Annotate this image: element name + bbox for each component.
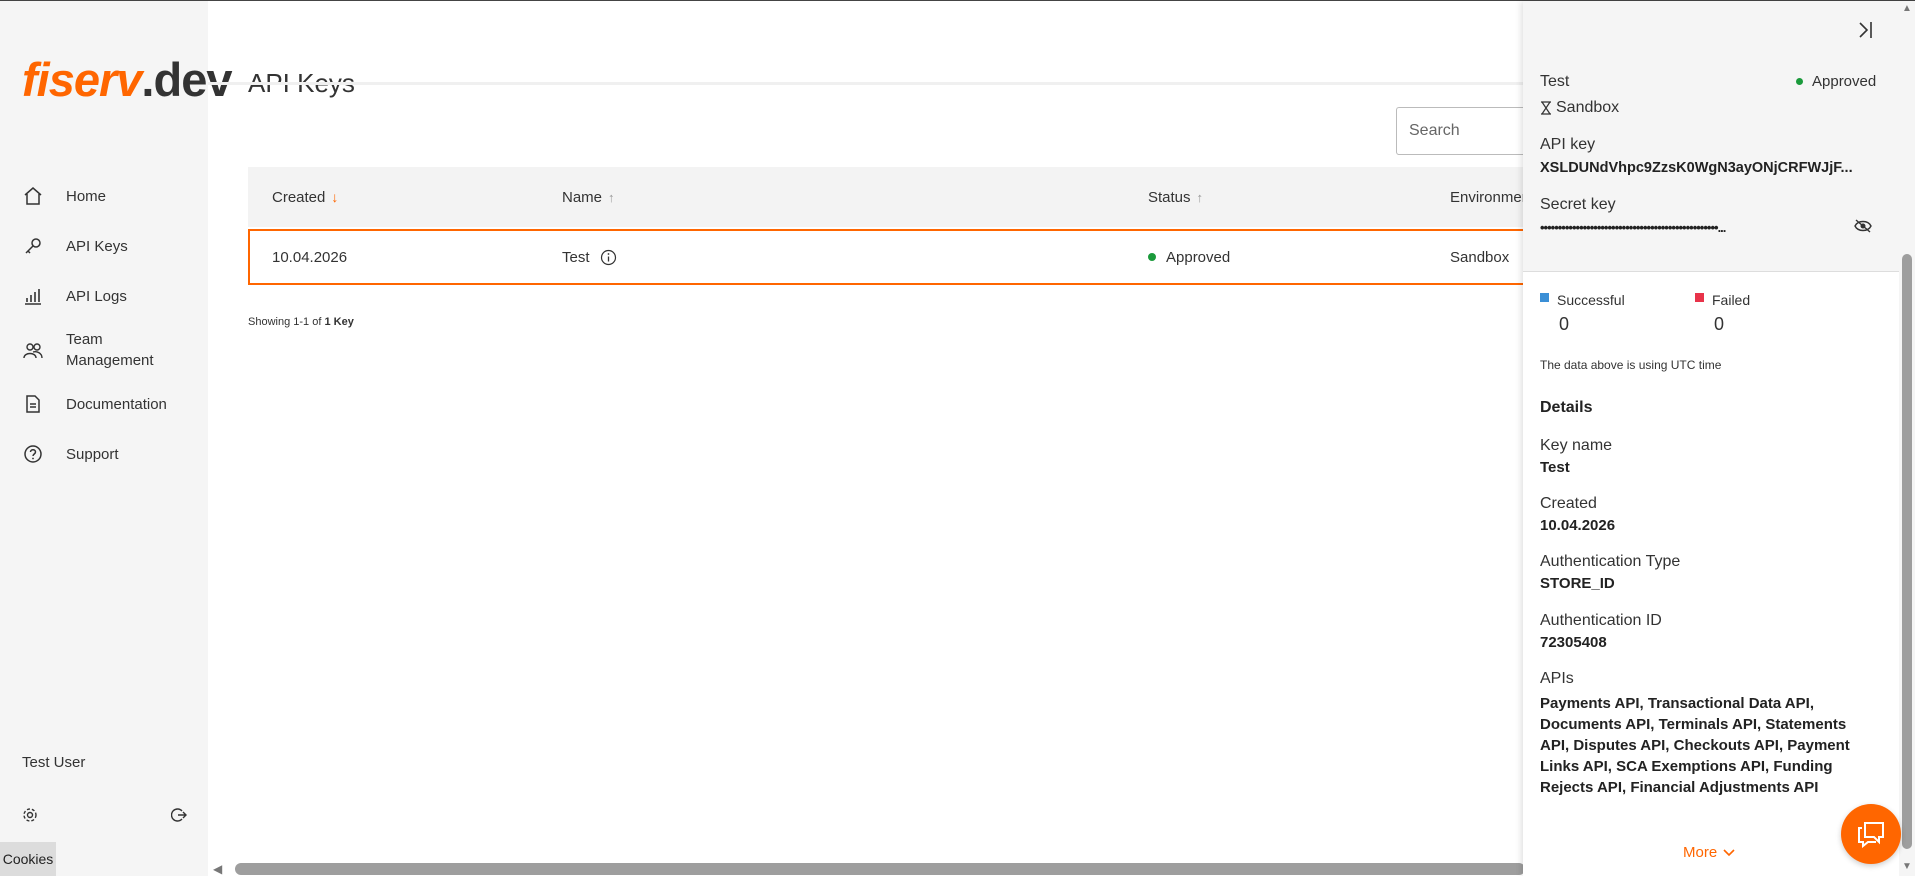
secret-key-label: Secret key [1540, 196, 1616, 213]
status-dot-icon [1796, 78, 1803, 85]
key-name-value: Test [1540, 459, 1570, 476]
legend-swatch [1695, 292, 1704, 302]
sidebar-item-api-logs[interactable]: API Logs [0, 271, 208, 321]
auth-type-label: Authentication Type [1540, 553, 1681, 570]
bar-chart-icon [22, 285, 44, 307]
scroll-left-icon[interactable]: ◀ [213, 862, 222, 876]
legend-swatch [1540, 292, 1549, 302]
sort-asc-icon: ↑ [1196, 189, 1204, 205]
logout-icon[interactable] [170, 807, 187, 828]
sidebar-item-label: Home [66, 187, 107, 205]
sidebar-item-label: API Logs [66, 287, 127, 305]
scroll-down-icon[interactable]: ▼ [1902, 861, 1912, 872]
hourglass-icon [1540, 101, 1552, 115]
failed-count: 0 [1714, 314, 1725, 334]
divider [208, 82, 1523, 85]
key-name-label: Key name [1540, 437, 1613, 454]
info-icon[interactable] [600, 249, 617, 266]
sidebar-nav: Home API Keys API Logs Team Management D… [0, 171, 208, 479]
api-key-value[interactable]: XSLDUNdVhpc9ZzsK0WgN3ayONjCRFWJjF... [1540, 160, 1870, 176]
key-icon [22, 235, 44, 257]
legend-failed: Failed [1695, 292, 1750, 308]
document-icon [22, 393, 44, 415]
chevron-down-icon [1723, 848, 1735, 856]
sort-desc-icon: ↓ [331, 189, 339, 205]
user-name[interactable]: Test User [22, 754, 85, 771]
created-label: Created [1540, 495, 1597, 512]
sidebar-item-support[interactable]: Support [0, 429, 208, 479]
chat-button[interactable] [1841, 804, 1901, 864]
sidebar-item-home[interactable]: Home [0, 171, 208, 221]
auth-type-value: STORE_ID [1540, 575, 1615, 592]
divider [1523, 271, 1899, 272]
sidebar-item-api-keys[interactable]: API Keys [0, 221, 208, 271]
auth-id-label: Authentication ID [1540, 612, 1662, 629]
column-header-name[interactable]: Name ↑ [562, 167, 615, 227]
api-key-detail-panel: Test Approved Sandbox API key XSLDUNdVhp… [1523, 1, 1915, 876]
utc-note: The data above is using UTC time [1540, 358, 1722, 372]
cell-status: Approved [1148, 231, 1230, 283]
chat-icon [1858, 822, 1884, 848]
apis-value: Payments API, Transactional Data API, Do… [1540, 695, 1850, 796]
vertical-scrollbar[interactable]: ▲ ▼ [1899, 1, 1915, 876]
column-header-status[interactable]: Status ↑ [1148, 167, 1203, 227]
main-content: API Keys Search Created ↓ Name ↑ Status ↑ E… [208, 1, 1538, 876]
apis-label: APIs [1540, 670, 1574, 687]
scrollbar-thumb[interactable] [235, 863, 1525, 875]
fiserv-dev-logo[interactable]: fiserv.dev [22, 56, 232, 103]
sidebar-item-label: Support [66, 445, 119, 463]
panel-environment: Sandbox [1540, 99, 1619, 117]
status-dot-icon [1148, 253, 1156, 261]
toggle-visibility-eye-icon[interactable] [1854, 219, 1872, 238]
home-icon [22, 185, 44, 207]
legend-successful: Successful [1540, 292, 1625, 308]
api-key-label: API key [1540, 136, 1596, 153]
scroll-up-icon[interactable]: ▲ [1902, 3, 1912, 14]
horizontal-scrollbar[interactable]: ◀ [208, 861, 1525, 876]
created-value: 10.04.2026 [1540, 517, 1616, 534]
table-row[interactable]: 10.04.2026 Test Approved Sandbox [248, 229, 1538, 285]
team-icon [22, 339, 44, 361]
auth-id-value: 72305408 [1540, 634, 1607, 651]
panel-status: Approved [1796, 73, 1876, 90]
panel-key-name: Test [1540, 73, 1570, 90]
sidebar-item-documentation[interactable]: Documentation [0, 379, 208, 429]
collapse-panel-button[interactable] [1852, 17, 1878, 43]
cell-created: 10.04.2026 [272, 248, 348, 266]
scrollbar-thumb[interactable] [1902, 254, 1912, 849]
pagination-summary: Showing 1-1 of 1 Key [248, 316, 354, 328]
cookies-button[interactable]: Cookies [0, 842, 56, 876]
help-icon [22, 443, 44, 465]
sidebar-item-label: API Keys [66, 237, 128, 255]
secret-key-value[interactable]: ••••••••••••••••••••••••••••••••••••••••… [1540, 220, 1840, 235]
sidebar-bottom-actions [22, 807, 187, 828]
table-header: Created ↓ Name ↑ Status ↑ Environment [248, 167, 1538, 227]
successful-count: 0 [1559, 314, 1570, 334]
sidebar-item-label: Documentation [66, 395, 167, 413]
sort-asc-icon: ↑ [608, 189, 615, 205]
sidebar-item-label: Team Management [66, 331, 154, 369]
sidebar-item-team-management[interactable]: Team Management [0, 321, 208, 379]
details-heading: Details [1540, 399, 1593, 416]
settings-gear-icon[interactable] [22, 807, 38, 828]
sidebar: fiserv.dev Home API Keys API Logs Team M… [0, 1, 232, 876]
more-button[interactable]: More [1683, 844, 1735, 861]
collapse-right-icon [1859, 22, 1872, 38]
search-input[interactable]: Search [1396, 107, 1536, 155]
cell-name: Test [562, 231, 617, 283]
column-header-created[interactable]: Created ↓ [272, 167, 338, 227]
